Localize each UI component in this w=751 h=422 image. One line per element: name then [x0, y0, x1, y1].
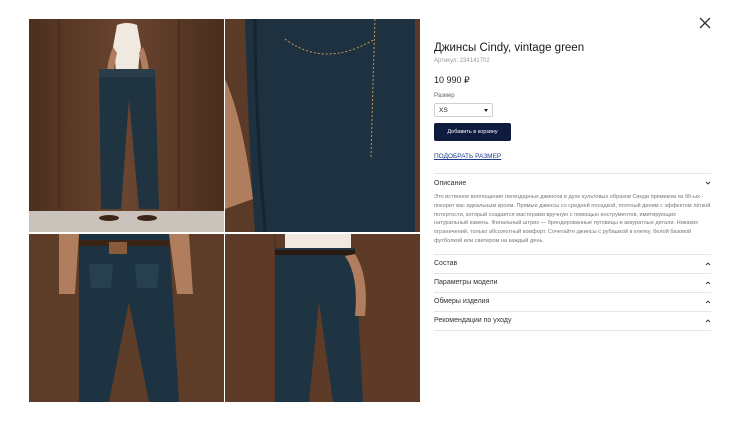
size-guide-link[interactable]: ПОДОБРАТЬ РАЗМЕР — [434, 153, 501, 162]
accordion-header-measurements[interactable]: Обмеры изделия — [434, 293, 711, 311]
accordion-header-model-params[interactable]: Параметры модели — [434, 274, 711, 292]
chevron-up-icon — [705, 262, 711, 266]
accordion-header-description[interactable]: Описание — [434, 174, 711, 192]
chevron-up-icon — [705, 300, 711, 304]
product-gallery — [29, 19, 420, 402]
product-photo-back[interactable] — [29, 234, 224, 402]
accordion-header-composition[interactable]: Состав — [434, 255, 711, 273]
accordion-measurements: Обмеры изделия — [434, 291, 711, 311]
product-price: 10 990 ₽ — [434, 75, 470, 85]
close-icon[interactable] — [698, 16, 712, 30]
accordion-title: Рекомендации по уходу — [434, 317, 512, 325]
size-select-value: XS — [439, 106, 448, 114]
caret-down-icon — [484, 108, 488, 112]
accordion-description-text: Это истинное воплощение легендарных джин… — [434, 194, 711, 244]
product-photo-side[interactable] — [225, 234, 420, 402]
product-photo-front-full[interactable] — [29, 19, 224, 232]
product-title: Джинсы Cindy, vintage green — [434, 42, 585, 54]
add-to-cart-button[interactable]: Добавить в корзину — [434, 123, 511, 141]
chevron-down-icon — [705, 181, 711, 185]
accordion-model-params: Параметры модели — [434, 272, 711, 292]
product-info-panel: Джинсы Cindy, vintage green Артикул: 234… — [434, 40, 711, 331]
size-label: Размер — [434, 93, 455, 99]
product-photo-front-detail[interactable] — [225, 19, 420, 232]
chevron-up-icon — [705, 319, 711, 323]
accordion-title: Описание — [434, 179, 467, 187]
accordion-title: Состав — [434, 260, 458, 268]
accordion-title: Параметры модели — [434, 279, 498, 287]
size-select[interactable]: XS — [434, 103, 493, 117]
accordion-title: Обмеры изделия — [434, 298, 490, 306]
accordion-header-care[interactable]: Рекомендации по уходу — [434, 312, 711, 330]
accordion-composition: Состав — [434, 253, 711, 273]
product-sku: Артикул: 234141702 — [434, 58, 490, 64]
accordion-care: Рекомендации по уходу — [434, 310, 711, 331]
chevron-up-icon — [705, 281, 711, 285]
accordion-description: Описание Это истинное воплощение легенда… — [434, 173, 711, 254]
